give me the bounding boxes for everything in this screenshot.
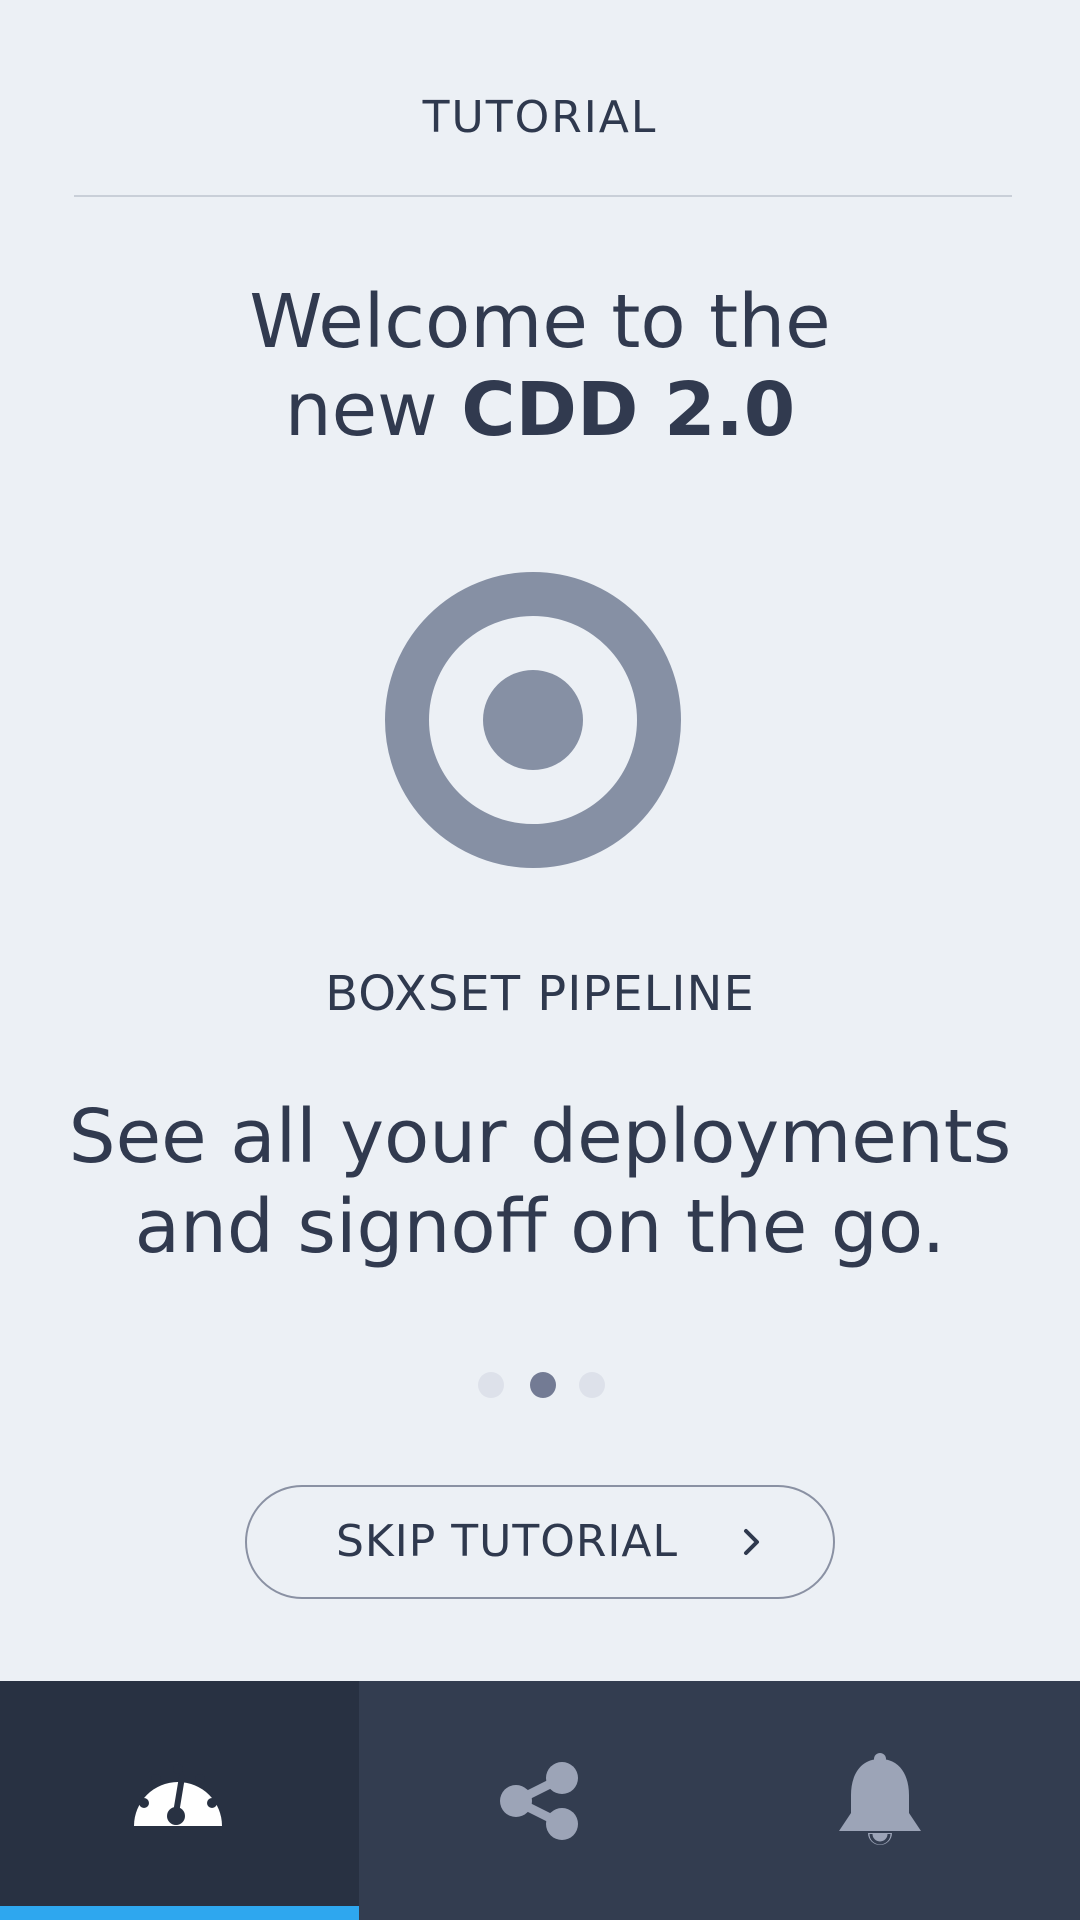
slide-description: See all your deployments and signoff on … [60,1092,1020,1272]
welcome-product-name: CDD 2.0 [461,367,796,453]
welcome-line-2-prefix: new [284,367,462,453]
tab-share[interactable] [359,1681,720,1920]
page-dot-1[interactable] [478,1372,504,1398]
bell-icon [839,1753,921,1845]
page-dot-3[interactable] [579,1372,605,1398]
page-title: TUTORIAL [422,92,658,143]
page-dot-2[interactable] [530,1372,556,1398]
share-icon [500,1762,578,1840]
target-icon [385,572,681,868]
skip-tutorial-button[interactable]: SKIP TUTORIAL [245,1485,835,1599]
bottom-tab-bar [0,1681,1080,1920]
slide-title: BOXSET PIPELINE [325,966,755,1022]
chevron-right-icon [744,1529,759,1555]
welcome-heading: Welcome to the new CDD 2.0 [0,278,1080,454]
header-divider [74,195,1012,197]
welcome-line-2: new CDD 2.0 [0,366,1080,454]
page-indicator [0,1370,1080,1400]
skip-tutorial-label: SKIP TUTORIAL [335,1516,679,1567]
header: TUTORIAL [0,0,1080,197]
slide-description-line-2: and signoff on the go. [134,1184,946,1270]
tab-notifications[interactable] [720,1681,1080,1920]
dashboard-gauge-icon [134,1764,222,1826]
slide-description-line-1: See all your deployments [68,1094,1012,1180]
tab-dashboard[interactable] [0,1681,359,1920]
active-tab-indicator [0,1906,359,1920]
welcome-line-1: Welcome to the [249,279,831,365]
